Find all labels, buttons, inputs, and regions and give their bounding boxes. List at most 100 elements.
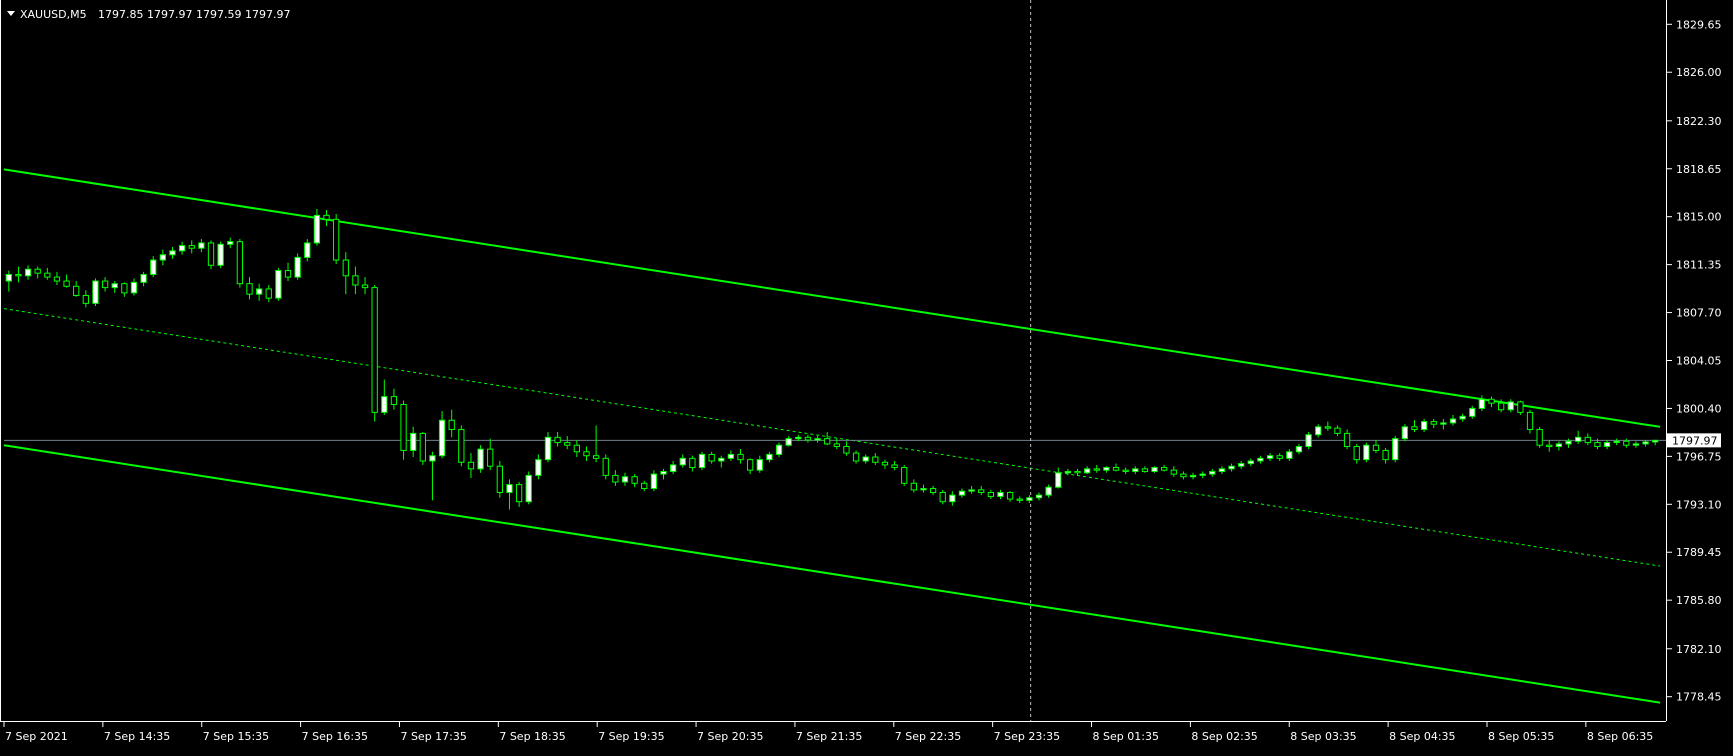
time-tick-label: 7 Sep 20:35 xyxy=(697,730,763,743)
candle-body xyxy=(275,270,282,299)
price-tick-label: 1785.80 xyxy=(1676,594,1722,607)
candle-body xyxy=(150,259,157,275)
price-tick-label: 1818.65 xyxy=(1676,163,1722,176)
time-tick-label: 7 Sep 15:35 xyxy=(203,730,269,743)
bid-price-label: 1797.97 xyxy=(1672,434,1718,447)
candle-body xyxy=(1218,468,1226,472)
price-tick-label: 1829.65 xyxy=(1676,18,1722,31)
candle xyxy=(477,445,484,473)
ohlc-label: 1797.85 1797.97 1797.59 1797.97 xyxy=(98,8,290,21)
candle-body xyxy=(1507,401,1514,411)
time-tick-label: 7 Sep 23:35 xyxy=(994,730,1060,743)
candle-body xyxy=(747,459,754,471)
candle-body xyxy=(265,288,272,299)
price-tick-label: 1793.10 xyxy=(1676,498,1722,511)
time-tick-label: 7 Sep 2021 xyxy=(5,730,68,743)
candle-body xyxy=(766,453,773,461)
candle xyxy=(1305,432,1312,450)
candle-body xyxy=(1584,436,1591,444)
candle-body xyxy=(1565,440,1572,445)
candle-body xyxy=(1103,467,1110,471)
time-tick-label: 7 Sep 19:35 xyxy=(598,730,664,743)
candle-body xyxy=(669,464,677,472)
candle-body xyxy=(255,288,263,295)
time-tick-label: 7 Sep 17:35 xyxy=(400,730,466,743)
candle-body xyxy=(708,453,715,462)
candle-body xyxy=(1497,402,1505,411)
price-chart[interactable]: 1797.97 1829.65 1826.00 1822.30 1818.65 1815… xyxy=(0,0,1733,752)
candle-body xyxy=(448,419,455,430)
candle-body xyxy=(968,489,975,492)
candle-body xyxy=(1026,497,1033,501)
candle-body xyxy=(487,448,494,467)
candle-body xyxy=(1363,444,1370,461)
candle xyxy=(1517,400,1524,416)
candle-body xyxy=(1401,426,1409,440)
candle-body xyxy=(862,456,869,462)
candle xyxy=(217,241,224,268)
candle-body xyxy=(814,438,821,441)
candle-body xyxy=(987,491,995,497)
candle-body xyxy=(544,436,552,461)
candle-body xyxy=(410,432,417,451)
candle-body xyxy=(458,428,465,463)
candle xyxy=(525,471,532,505)
candle-body xyxy=(130,281,138,294)
candle-body xyxy=(804,436,812,441)
price-tick-label: 1782.10 xyxy=(1676,643,1722,656)
candle xyxy=(1392,436,1399,463)
candle-body xyxy=(188,245,195,249)
candle-body xyxy=(1420,421,1428,430)
chart-window[interactable]: 1797.97 1829.65 1826.00 1822.30 1818.65 1815… xyxy=(0,0,1733,752)
candle-body xyxy=(92,280,99,304)
candle-body xyxy=(515,484,523,503)
candle-body xyxy=(496,465,503,493)
candle xyxy=(333,214,340,264)
candle-body xyxy=(111,283,118,289)
candle-body xyxy=(564,442,571,446)
candle-body xyxy=(121,283,128,294)
candle xyxy=(294,253,301,280)
price-tick-label: 1796.75 xyxy=(1676,450,1722,463)
candle-body xyxy=(1093,468,1100,471)
candle-body xyxy=(602,457,609,476)
candle-body xyxy=(1209,470,1216,475)
candle-body xyxy=(978,489,985,493)
candle-body xyxy=(73,285,80,296)
candle-body xyxy=(1151,467,1158,472)
candle-body xyxy=(1286,451,1293,459)
candle-body xyxy=(217,243,224,266)
candle xyxy=(400,400,407,460)
candle-body xyxy=(24,268,32,277)
candle-body xyxy=(1546,444,1553,448)
candle xyxy=(496,460,503,498)
candle xyxy=(1151,466,1158,473)
candle-body xyxy=(390,396,398,405)
candle-body xyxy=(535,459,542,476)
candle-body xyxy=(1112,467,1120,471)
candle-body xyxy=(1035,494,1043,499)
candle xyxy=(1363,442,1370,463)
candle-body xyxy=(997,491,1004,497)
candle-body xyxy=(1334,427,1341,434)
time-tick-label: 8 Sep 05:35 xyxy=(1488,730,1554,743)
candle xyxy=(458,425,465,467)
candle-body xyxy=(178,245,186,252)
candle-body xyxy=(1247,460,1254,465)
candle-body xyxy=(1199,473,1206,476)
candle-body xyxy=(63,280,70,287)
candle-body xyxy=(573,444,581,453)
candle-body xyxy=(1083,468,1091,474)
candle-body xyxy=(843,446,850,454)
candle-body xyxy=(718,457,725,462)
candle-body xyxy=(1613,440,1620,444)
candle-body xyxy=(1382,449,1389,461)
candle-body xyxy=(1257,457,1264,462)
candle-body xyxy=(438,419,446,457)
candle xyxy=(602,454,609,480)
time-tick-label: 8 Sep 04:35 xyxy=(1389,730,1455,743)
candle xyxy=(236,239,244,288)
candle-body xyxy=(1006,491,1014,500)
candle-body xyxy=(323,214,330,220)
price-tick-label: 1822.30 xyxy=(1676,115,1722,128)
